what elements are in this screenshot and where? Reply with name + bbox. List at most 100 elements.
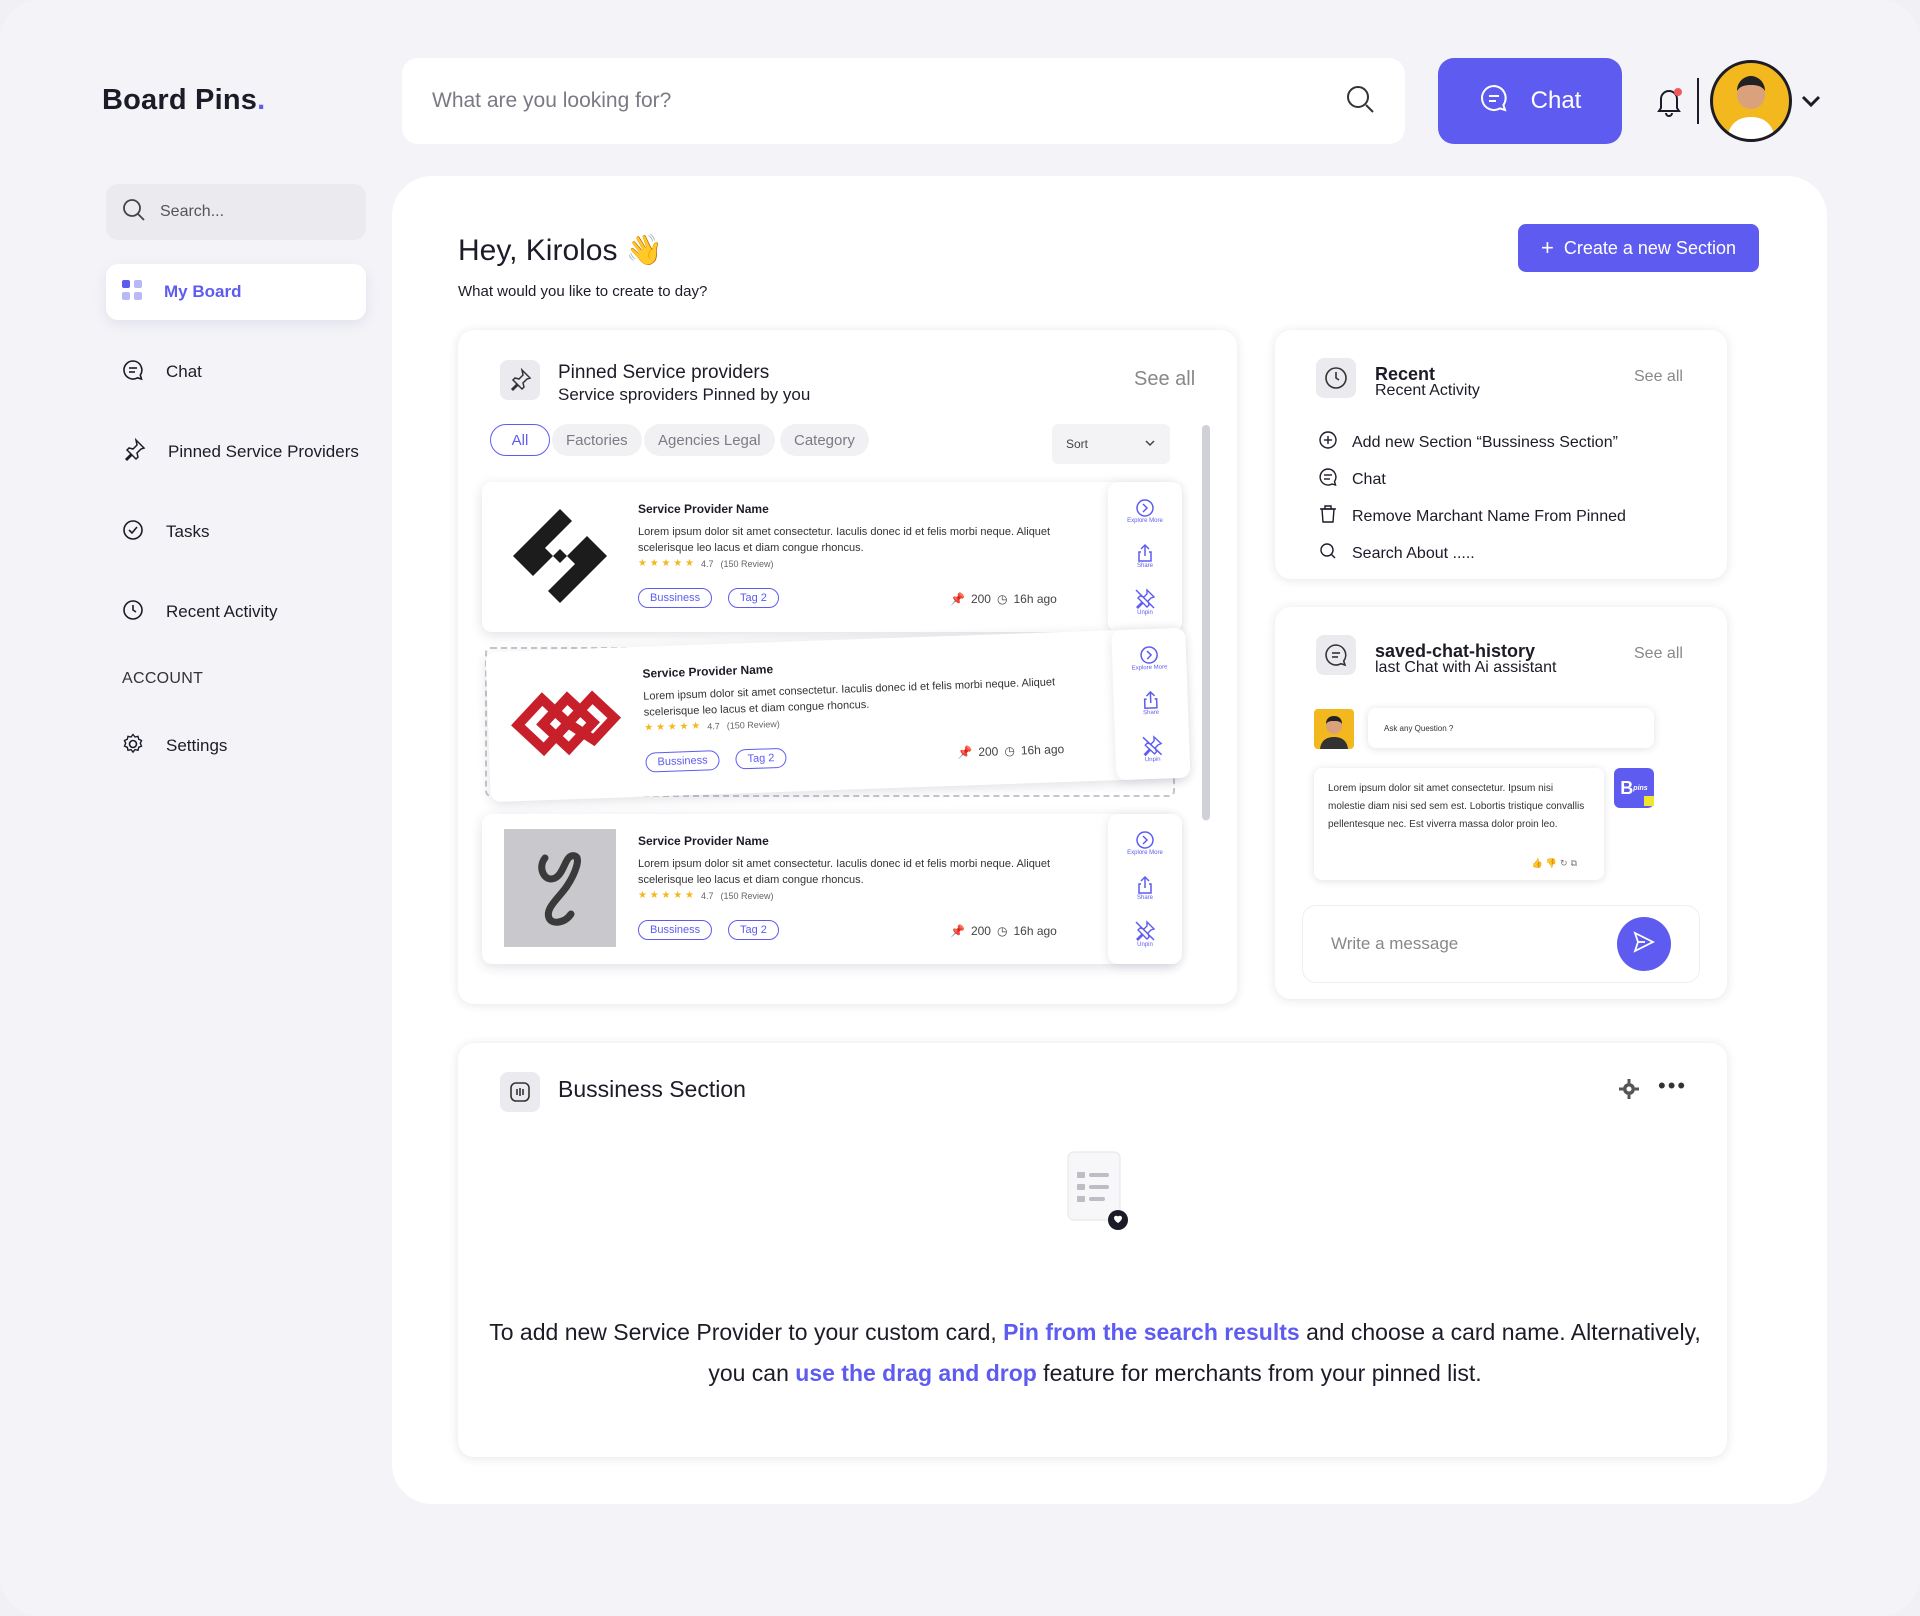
- share-button[interactable]: Share: [1135, 875, 1155, 901]
- share-button[interactable]: Share: [1135, 543, 1155, 569]
- global-search-input[interactable]: [432, 89, 1345, 113]
- clock-icon: [1316, 358, 1356, 398]
- filter-chip-category[interactable]: Category: [780, 424, 869, 456]
- recent-subtitle: Recent Activity: [1375, 382, 1480, 399]
- search-icon[interactable]: [1345, 84, 1375, 119]
- filter-chip-all[interactable]: All: [490, 424, 550, 456]
- recent-item[interactable]: Chat: [1318, 467, 1626, 492]
- drag-drop-link[interactable]: use the drag and drop: [795, 1360, 1037, 1386]
- sidebar-item-chat[interactable]: Chat: [106, 344, 366, 400]
- rating-stars: ★ ★ ★ ★ ★ 4.7 (150 Review): [638, 558, 774, 569]
- sidebar-item-label: Pinned Service Providers: [168, 442, 359, 461]
- feedback-icons[interactable]: 👍👎↻⧉: [1532, 854, 1580, 872]
- sidebar-item-label: Chat: [166, 362, 202, 381]
- sidebar-item-recent-activity[interactable]: Recent Activity: [106, 584, 366, 640]
- pinned-title: Pinned Service providers: [558, 362, 770, 383]
- provider-actions: Explore More Share Unpin: [1108, 482, 1182, 632]
- recent-item[interactable]: Remove Marchant Name From Pinned: [1318, 504, 1626, 529]
- filter-chip-agencies-legal[interactable]: Agencies Legal: [644, 424, 775, 456]
- unpin-button[interactable]: Unpin: [1134, 588, 1156, 616]
- sidebar-item-label: My Board: [164, 282, 242, 301]
- create-section-label: Create a new Section: [1563, 237, 1736, 258]
- search-icon: [122, 198, 146, 227]
- provider-logo: [504, 497, 616, 615]
- account-heading: ACCOUNT: [122, 670, 204, 687]
- provider-name: Service Provider Name: [638, 502, 769, 516]
- share-button[interactable]: Share: [1140, 690, 1161, 717]
- sidebar-item-label: Settings: [166, 736, 228, 755]
- provider-card-dragging[interactable]: Service Provider Name Lorem ipsum dolor …: [485, 627, 1191, 803]
- sidebar-search[interactable]: Search...: [106, 184, 366, 240]
- sidebar-item-my-board[interactable]: My Board: [106, 264, 366, 320]
- pin-search-results-link[interactable]: Pin from the search results: [1003, 1319, 1300, 1345]
- chevron-down-icon: [1144, 437, 1156, 452]
- provider-description: Lorem ipsum dolor sit amet consectetur. …: [638, 526, 1051, 554]
- clock-icon: ◷: [996, 924, 1008, 938]
- chat-history-see-all-link[interactable]: See all: [1634, 645, 1683, 663]
- recent-item[interactable]: Add new Section “Bussiness Section”: [1318, 430, 1626, 455]
- sidebar-item-settings[interactable]: Settings: [106, 718, 366, 774]
- user-question-bubble: Ask any Question ?: [1368, 708, 1654, 748]
- pin-icon: [500, 360, 540, 400]
- send-button[interactable]: [1617, 917, 1671, 971]
- recent-item[interactable]: Search About .....: [1318, 541, 1626, 566]
- ai-answer-text: Lorem ipsum dolor sit amet consectetur. …: [1328, 783, 1585, 830]
- provider-tag[interactable]: Bussiness: [645, 750, 720, 773]
- gear-icon: [122, 732, 144, 760]
- plus-icon: +: [1541, 235, 1554, 260]
- gear-icon[interactable]: [1618, 1078, 1640, 1105]
- business-section-card: [458, 1043, 1727, 1457]
- bot-logo-accent: [1644, 796, 1654, 806]
- pinned-subtitle: Service sproviders Pinned by you: [558, 385, 811, 404]
- provider-meta: 📌 200 ◷ 16h ago: [950, 592, 1057, 606]
- recent-see-all-link[interactable]: See all: [1634, 368, 1683, 386]
- unpin-button[interactable]: Unpin: [1134, 920, 1156, 948]
- explore-more-button[interactable]: Explore More: [1127, 830, 1163, 856]
- provider-name: Service Provider Name: [642, 662, 774, 681]
- user-avatar: [1314, 709, 1354, 749]
- provider-card[interactable]: Service Provider Name Lorem ipsum dolor …: [482, 814, 1182, 964]
- sort-dropdown[interactable]: Sort: [1052, 424, 1170, 464]
- sidebar-item-pinned[interactable]: Pinned Service Providers: [106, 424, 366, 480]
- more-options-icon[interactable]: •••: [1658, 1075, 1687, 1097]
- chat-icon: [1318, 467, 1338, 492]
- scrollbar[interactable]: [1202, 425, 1210, 821]
- provider-name: Service Provider Name: [638, 834, 769, 848]
- pinned-see-all-link[interactable]: See all: [1134, 368, 1195, 391]
- explore-more-button[interactable]: Explore More: [1127, 498, 1163, 524]
- provider-card[interactable]: Service Provider Name Lorem ipsum dolor …: [482, 482, 1182, 632]
- provider-description: Lorem ipsum dolor sit amet consectetur. …: [643, 676, 1056, 719]
- business-section-instructions: To add new Service Provider to your cust…: [489, 1319, 1701, 1386]
- chat-icon: [1479, 83, 1509, 120]
- provider-meta: 📌 200 ◷ 16h ago: [957, 742, 1065, 760]
- provider-actions: Explore More Share Unpin: [1111, 627, 1191, 781]
- global-search-bar: [402, 58, 1405, 144]
- chat-icon: [122, 359, 144, 386]
- sidebar-item-tasks[interactable]: Tasks: [106, 504, 366, 560]
- provider-tag[interactable]: Bussiness: [638, 920, 713, 940]
- provider-logo: [508, 662, 624, 784]
- sort-label: Sort: [1066, 437, 1089, 451]
- scrollbar-thumb[interactable]: [1202, 425, 1210, 820]
- notification-bell-icon[interactable]: [1652, 84, 1686, 118]
- provider-tag[interactable]: Tag 2: [728, 588, 779, 608]
- empty-list-illustration-icon: [1065, 1150, 1135, 1235]
- provider-tag[interactable]: Bussiness: [638, 588, 713, 608]
- send-icon: [1632, 930, 1656, 959]
- pin-icon: [122, 437, 146, 467]
- brand-logo[interactable]: Board Pins.: [102, 84, 265, 117]
- user-avatar[interactable]: [1710, 60, 1792, 142]
- filter-chip-factories[interactable]: Factories: [552, 424, 642, 456]
- provider-tag[interactable]: Tag 2: [728, 920, 779, 940]
- search-icon: [1318, 541, 1338, 566]
- chevron-down-icon[interactable]: [1800, 90, 1822, 117]
- provider-tag[interactable]: Tag 2: [735, 747, 787, 770]
- section-icon: [500, 1072, 540, 1112]
- explore-more-button[interactable]: Explore More: [1131, 644, 1167, 671]
- unpin-button[interactable]: Unpin: [1141, 735, 1164, 764]
- provider-logo: [504, 829, 616, 947]
- create-section-button[interactable]: + Create a new Section: [1518, 224, 1759, 272]
- business-section-title: Bussiness Section: [558, 1076, 746, 1102]
- provider-description: Lorem ipsum dolor sit amet consectetur. …: [638, 858, 1051, 886]
- chat-button[interactable]: Chat: [1438, 58, 1622, 144]
